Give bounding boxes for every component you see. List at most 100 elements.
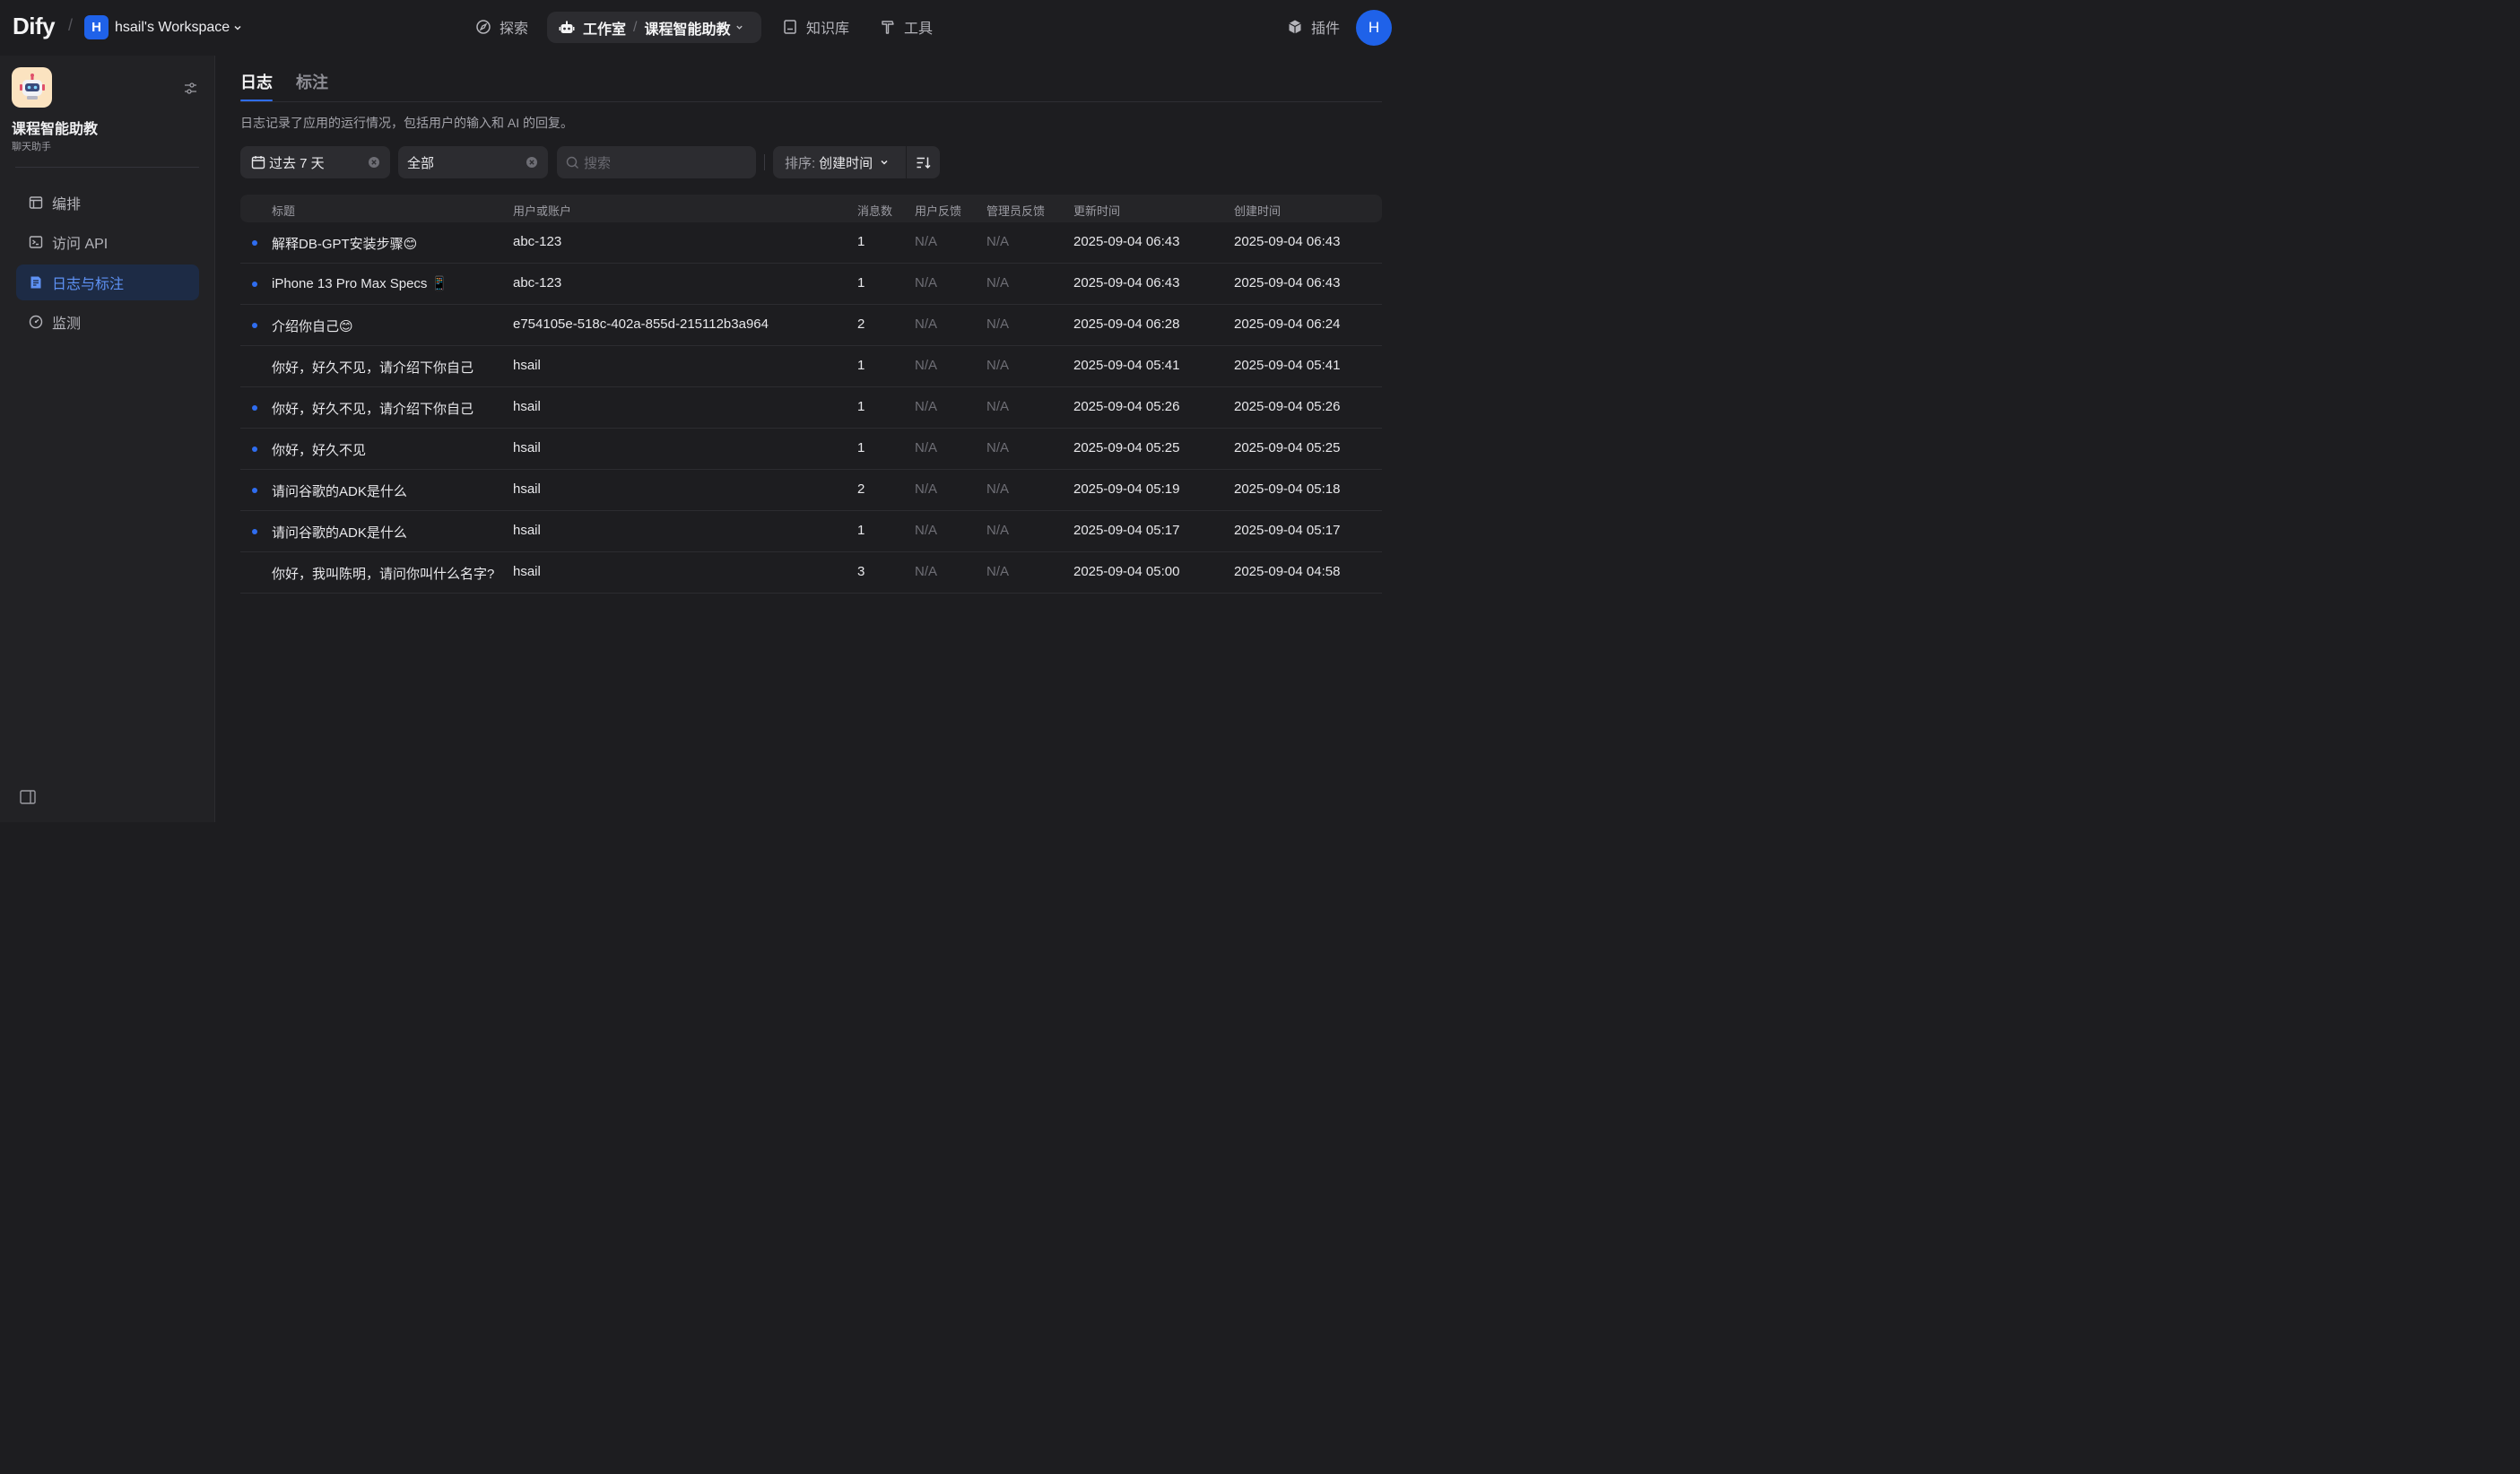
table-row[interactable]: 你好，我叫陈明，请问你叫什么名字? hsail 3 N/A N/A 2025-0…: [240, 552, 1382, 594]
workspace-badge: H: [84, 15, 109, 39]
cell-admin-feedback: N/A: [986, 399, 1010, 414]
dify-logo[interactable]: Dify: [13, 13, 56, 40]
table-row[interactable]: 你好，好久不见，请介绍下你自己 hsail 1 N/A N/A 2025-09-…: [240, 346, 1382, 387]
sidebar-divider: [15, 167, 199, 168]
sidebar-item-logs[interactable]: 日志与标注: [16, 264, 199, 300]
cell-message-count: 1: [857, 234, 865, 249]
sidebar-item-monitoring[interactable]: 监测: [16, 304, 199, 340]
layout-icon: [29, 196, 43, 209]
search-icon: [566, 156, 578, 169]
annotation-status-filter[interactable]: 全部: [398, 146, 548, 178]
sort-descending-icon: [917, 157, 931, 169]
workspace-name: hsail's Workspace: [115, 19, 230, 35]
date-range-value: 过去 7 天: [269, 155, 325, 171]
cell-user-feedback: N/A: [915, 564, 938, 579]
nav-explore-label: 探索: [500, 22, 529, 37]
sort-label: 排序:: [785, 155, 816, 171]
chevron-down-icon: [234, 25, 241, 30]
cell-user-feedback: N/A: [915, 316, 938, 332]
unread-dot: [252, 405, 257, 411]
cell-user: hsail: [513, 523, 541, 538]
table-row[interactable]: 你好，好久不见，请介绍下你自己 hsail 1 N/A N/A 2025-09-…: [240, 387, 1382, 429]
sort-selector[interactable]: 排序: 创建时间: [773, 146, 906, 178]
workspace-switcher[interactable]: H hsail's Workspace: [84, 15, 242, 39]
document-list-icon: [30, 276, 41, 289]
sidebar-item-label: 监测: [52, 316, 82, 332]
unread-dot: [252, 323, 257, 328]
chevron-down-icon[interactable]: [735, 23, 743, 31]
cell-message-count: 3: [857, 564, 865, 579]
sidebar-item-orchestrate[interactable]: 编排: [16, 185, 199, 221]
nav-explore[interactable]: 探索: [475, 16, 528, 38]
current-app-name[interactable]: 课程智能助教: [644, 17, 730, 39]
cell-created-time: 2025-09-04 06:24: [1234, 316, 1341, 332]
clear-icon[interactable]: [526, 156, 538, 169]
cell-message-count: 1: [857, 440, 865, 455]
cell-user-feedback: N/A: [915, 234, 938, 249]
settings-sliders-icon[interactable]: [184, 82, 197, 95]
table-row[interactable]: 请问谷歌的ADK是什么 hsail 1 N/A N/A 2025-09-04 0…: [240, 511, 1382, 552]
nav-plugins[interactable]: 插件: [1287, 16, 1340, 38]
cell-updated-time: 2025-09-04 05:00: [1073, 564, 1180, 579]
filter-divider: [764, 154, 765, 170]
book-icon: [784, 20, 796, 34]
cell-updated-time: 2025-09-04 06:28: [1073, 316, 1180, 332]
nav-studio[interactable]: 工作室 / 课程智能助教: [547, 12, 761, 43]
cell-admin-feedback: N/A: [986, 481, 1010, 497]
table-row[interactable]: 解释DB-GPT安装步骤😊 abc-123 1 N/A N/A 2025-09-…: [240, 222, 1382, 264]
column-header: 创建时间: [1234, 204, 1282, 218]
unread-dot: [252, 488, 257, 493]
column-header: 用户或账户: [513, 204, 572, 218]
robot-icon: [559, 21, 575, 33]
nav-tools[interactable]: 工具: [880, 16, 933, 38]
column-header: 管理员反馈: [986, 204, 1046, 218]
cell-admin-feedback: N/A: [986, 523, 1010, 538]
clear-icon[interactable]: [368, 156, 380, 169]
nav-plugins-label: 插件: [1311, 22, 1341, 37]
sidebar-item-api[interactable]: 访问 API: [16, 224, 199, 260]
search-input[interactable]: 搜索: [557, 146, 756, 178]
annotation-status-value: 全部: [407, 155, 435, 171]
collapse-sidebar-icon[interactable]: [20, 790, 36, 804]
table-row[interactable]: iPhone 13 Pro Max Specs 📱 abc-123 1 N/A …: [240, 264, 1382, 305]
hammer-icon: [882, 21, 894, 34]
cube-icon: [1289, 20, 1301, 34]
cell-user: e754105e-518c-402a-855d-215112b3a964: [513, 316, 769, 332]
cell-created-time: 2025-09-04 05:26: [1234, 399, 1341, 414]
app-robot-icon: [12, 67, 52, 108]
nav-studio-label: 工作室: [583, 22, 627, 38]
cell-created-time: 2025-09-04 05:17: [1234, 523, 1341, 538]
cell-updated-time: 2025-09-04 06:43: [1073, 275, 1180, 290]
table-header: 标题 用户或账户 消息数 用户反馈 管理员反馈 更新时间 创建时间: [240, 195, 1382, 222]
user-avatar[interactable]: H: [1356, 10, 1392, 46]
app-type: 聊天助手: [12, 142, 51, 152]
app-name: 课程智能助教: [12, 122, 99, 137]
sort-order-button[interactable]: [907, 146, 940, 178]
table-row[interactable]: 介绍你自己😊 e754105e-518c-402a-855d-215112b3a…: [240, 305, 1382, 346]
tab-logs[interactable]: 日志: [240, 70, 273, 93]
cell-title: 你好，好久不见: [272, 443, 367, 458]
nav-knowledge-label: 知识库: [806, 22, 850, 37]
cell-admin-feedback: N/A: [986, 234, 1010, 249]
cell-updated-time: 2025-09-04 05:41: [1073, 358, 1180, 373]
table-row[interactable]: 你好，好久不见 hsail 1 N/A N/A 2025-09-04 05:25…: [240, 429, 1382, 470]
cell-updated-time: 2025-09-04 05:25: [1073, 440, 1180, 455]
date-range-filter[interactable]: 过去 7 天: [240, 146, 390, 178]
column-header: 消息数: [857, 204, 893, 218]
page-description: 日志记录了应用的运行情况，包括用户的输入和 AI 的回复。: [240, 116, 574, 130]
tab-annotations[interactable]: 标注: [296, 70, 328, 93]
cell-title: 请问谷歌的ADK是什么: [272, 484, 407, 499]
cell-admin-feedback: N/A: [986, 316, 1010, 332]
cell-admin-feedback: N/A: [986, 275, 1010, 290]
nav-knowledge[interactable]: 知识库: [782, 16, 849, 38]
column-header: 标题: [272, 204, 296, 218]
cell-admin-feedback: N/A: [986, 564, 1010, 579]
cell-updated-time: 2025-09-04 05:26: [1073, 399, 1180, 414]
cell-message-count: 2: [857, 481, 865, 497]
cell-message-count: 1: [857, 358, 865, 373]
cell-created-time: 2025-09-04 05:18: [1234, 481, 1341, 497]
cell-user: hsail: [513, 564, 541, 579]
table-row[interactable]: 请问谷歌的ADK是什么 hsail 2 N/A N/A 2025-09-04 0…: [240, 470, 1382, 511]
cell-created-time: 2025-09-04 04:58: [1234, 564, 1341, 579]
calendar-icon: [251, 156, 265, 169]
